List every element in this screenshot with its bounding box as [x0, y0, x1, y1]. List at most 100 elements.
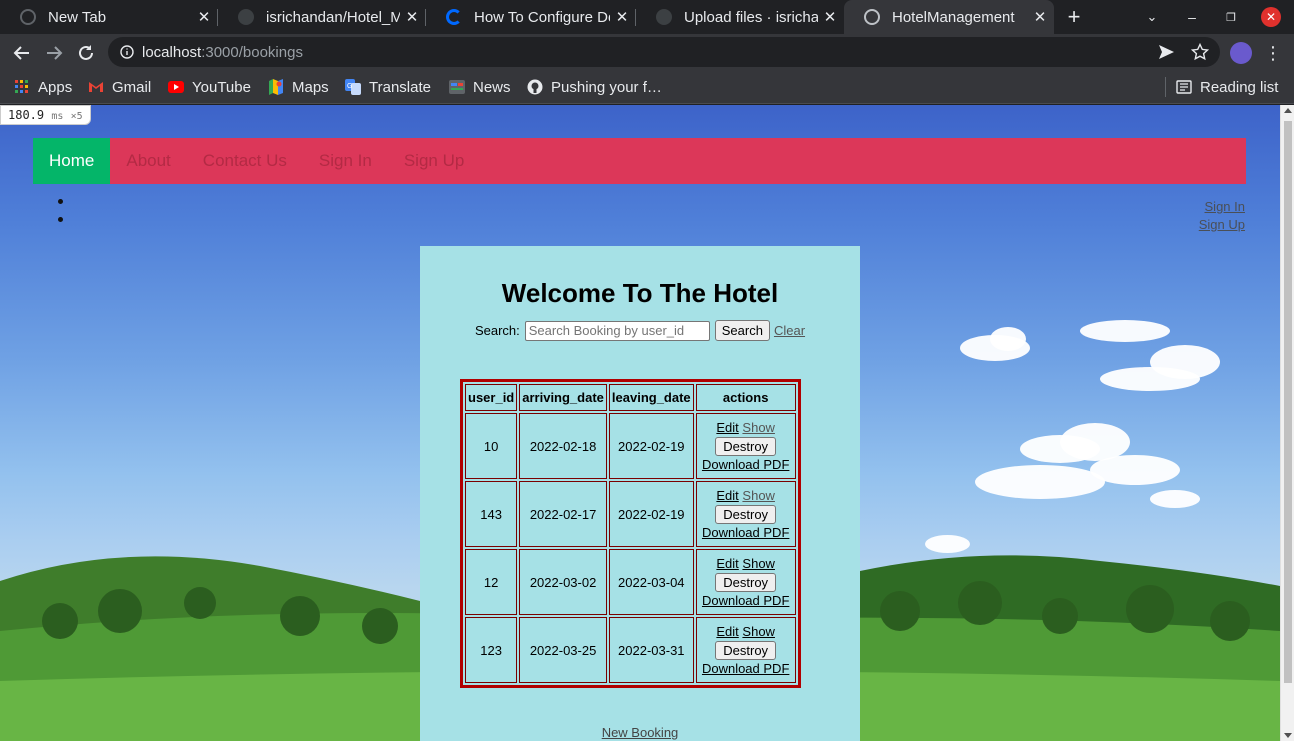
close-icon[interactable]: ✕ — [400, 8, 424, 26]
avatar-icon — [1230, 42, 1252, 64]
new-tab-button[interactable]: + — [1062, 0, 1086, 34]
star-icon[interactable] — [1191, 43, 1209, 61]
search-input[interactable] — [524, 320, 710, 341]
bookmark-gmail[interactable]: Gmail — [88, 77, 151, 97]
address-bar[interactable]: localhost:3000/bookings — [108, 37, 1220, 67]
scrollbar-thumb[interactable] — [1284, 121, 1292, 683]
edit-link[interactable]: Edit — [716, 624, 738, 639]
info-icon[interactable] — [120, 45, 134, 59]
list-bullet — [58, 217, 63, 222]
cell-user-id: 143 — [465, 481, 518, 547]
tab-upload-files[interactable]: Upload files · isrichan ✕ — [636, 0, 844, 34]
send-icon[interactable] — [1158, 44, 1175, 60]
nav-home[interactable]: Home — [33, 138, 111, 184]
minimize-button[interactable]: – — [1180, 0, 1204, 34]
edit-link[interactable]: Edit — [716, 556, 738, 571]
url-path: :3000/bookings — [201, 43, 303, 61]
download-pdf-link[interactable]: Download PDF — [702, 457, 789, 472]
bookmark-news[interactable]: News — [449, 77, 511, 97]
destroy-button[interactable]: Destroy — [715, 437, 777, 456]
tab-search-chevron-icon[interactable]: ⌄ — [1140, 0, 1164, 34]
nav-signup[interactable]: Sign Up — [388, 138, 480, 184]
nav-about[interactable]: About — [110, 138, 186, 184]
close-icon[interactable]: ✕ — [818, 8, 842, 26]
tab-title: Upload files · isrichan — [684, 8, 818, 26]
tab-github-repo[interactable]: isrichandan/Hotel_M ✕ — [218, 0, 426, 34]
reload-button[interactable] — [71, 38, 101, 68]
bookmark-label: Maps — [292, 78, 329, 96]
cell-leaving-date: 2022-03-04 — [608, 549, 694, 615]
restore-button[interactable]: ❐ — [1219, 0, 1243, 34]
download-pdf-link[interactable]: Download PDF — [702, 593, 789, 608]
cell-actions: Edit Show Destroy Download PDF — [695, 413, 796, 479]
arrow-left-icon — [13, 46, 29, 60]
nav-signin[interactable]: Sign In — [303, 138, 388, 184]
tab-new-tab[interactable]: New Tab ✕ — [0, 0, 218, 34]
close-icon[interactable]: ✕ — [192, 8, 216, 26]
clear-link[interactable]: Clear — [774, 323, 805, 338]
cell-arriving-date: 2022-02-18 — [519, 413, 607, 479]
bookings-table: user_id arriving_date leaving_date actio… — [460, 379, 801, 688]
show-link[interactable]: Show — [742, 420, 775, 435]
bookmark-label: Pushing your f… — [551, 78, 662, 96]
tab-hotel-management[interactable]: HotelManagement ✕ — [844, 0, 1054, 34]
cell-actions: Edit Show Destroy Download PDF — [695, 617, 796, 683]
search-label: Search: — [474, 323, 520, 338]
window-close-button[interactable]: ✕ — [1259, 0, 1283, 34]
page-scrollbar[interactable] — [1280, 105, 1294, 741]
table-row: 12 2022-03-02 2022-03-04 Edit Show Destr… — [465, 549, 796, 615]
cell-actions: Edit Show Destroy Download PDF — [695, 549, 796, 615]
edit-link[interactable]: Edit — [716, 488, 738, 503]
arrow-right-icon — [47, 46, 63, 60]
download-pdf-link[interactable]: Download PDF — [702, 525, 789, 540]
empty-list — [58, 199, 63, 235]
forward-button[interactable] — [39, 38, 69, 68]
tab-title: How To Configure De — [474, 8, 610, 26]
bookmark-label: Apps — [38, 78, 73, 96]
signup-link[interactable]: Sign Up — [1199, 216, 1245, 234]
signin-link[interactable]: Sign In — [1199, 198, 1245, 216]
bookmark-pushing[interactable]: Pushing your f… — [527, 77, 662, 97]
show-link[interactable]: Show — [742, 488, 775, 503]
cell-user-id: 123 — [465, 617, 518, 683]
destroy-button[interactable]: Destroy — [715, 505, 777, 524]
show-link[interactable]: Show — [742, 624, 775, 639]
bookmark-label: News — [473, 78, 511, 96]
perf-unit: ms — [51, 111, 64, 122]
column-header: actions — [695, 384, 796, 411]
reading-list-button[interactable]: Reading list — [1176, 77, 1278, 97]
bookmark-youtube[interactable]: YouTube — [168, 77, 251, 97]
column-header: leaving_date — [608, 384, 694, 411]
cell-user-id: 10 — [465, 413, 518, 479]
auth-links: Sign In Sign Up — [1199, 198, 1245, 234]
digitalocean-icon — [446, 9, 462, 25]
back-button[interactable] — [7, 38, 37, 68]
bookmark-maps[interactable]: Maps — [268, 77, 329, 97]
scroll-up-icon[interactable] — [1284, 108, 1292, 113]
download-pdf-link[interactable]: Download PDF — [702, 661, 789, 676]
tab-how-to-configure[interactable]: How To Configure De ✕ — [426, 0, 636, 34]
menu-button[interactable]: ⋮ — [1258, 38, 1288, 68]
profile-avatar[interactable] — [1226, 38, 1256, 68]
edit-link[interactable]: Edit — [716, 420, 738, 435]
bookmark-label: Translate — [369, 78, 431, 96]
scroll-down-icon[interactable] — [1284, 733, 1292, 738]
chrome-icon — [20, 9, 36, 25]
new-booking-row: New Booking — [420, 725, 860, 740]
bookmark-translate[interactable]: G Translate — [345, 77, 431, 97]
browser-toolbar: localhost:3000/bookings ⋮ — [0, 34, 1294, 71]
show-link[interactable]: Show — [742, 556, 775, 571]
cell-actions: Edit Show Destroy Download PDF — [695, 481, 796, 547]
github-icon — [238, 9, 254, 25]
search-button[interactable]: Search — [714, 320, 770, 341]
bookmark-apps[interactable]: Apps — [14, 77, 72, 97]
destroy-button[interactable]: Destroy — [715, 641, 777, 660]
new-booking-link[interactable]: New Booking — [602, 725, 679, 740]
url-text: localhost:3000/bookings — [142, 44, 303, 61]
nav-contact[interactable]: Contact Us — [187, 138, 303, 184]
tab-title: HotelManagement — [892, 8, 1015, 26]
close-icon[interactable]: ✕ — [1028, 8, 1052, 26]
reading-list-label: Reading list — [1200, 78, 1279, 96]
close-icon[interactable]: ✕ — [610, 8, 634, 26]
destroy-button[interactable]: Destroy — [715, 573, 777, 592]
